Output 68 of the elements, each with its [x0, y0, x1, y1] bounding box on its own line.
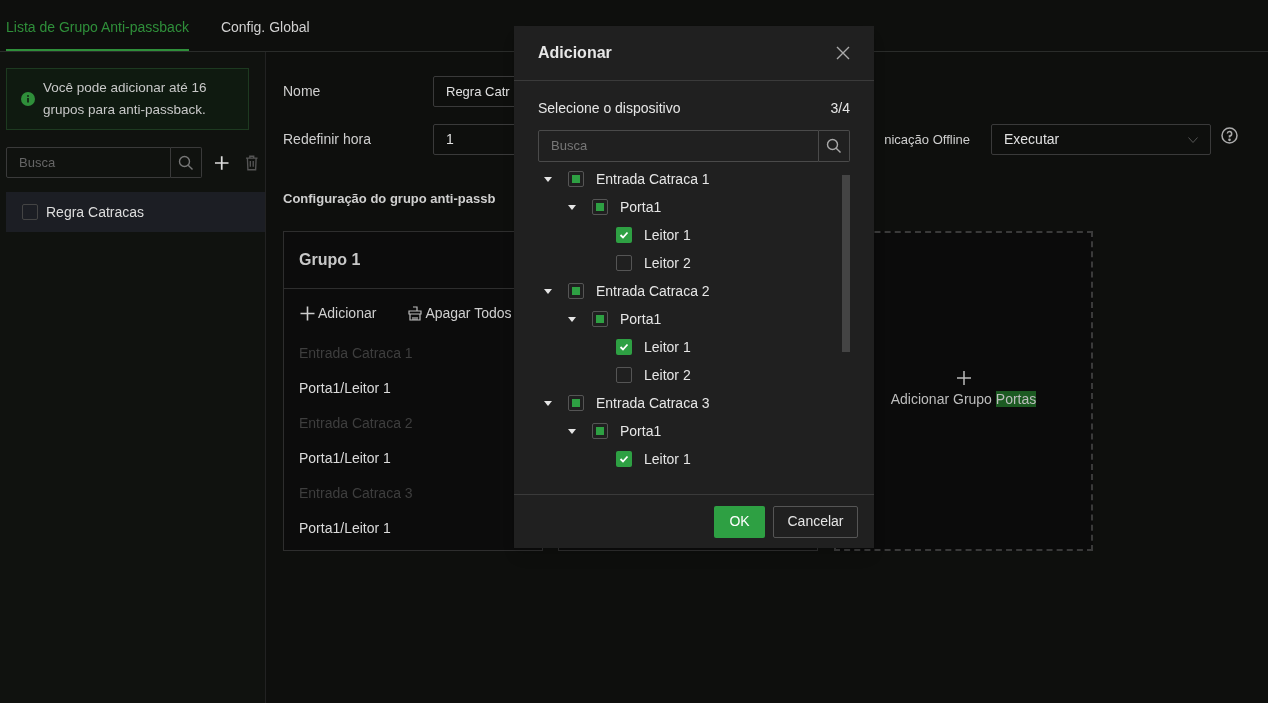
checkmark-icon: [619, 230, 629, 240]
close-icon[interactable]: [836, 46, 850, 60]
plus-icon: [300, 306, 315, 321]
plus-icon: [956, 371, 971, 385]
tab[interactable]: Config. Global: [220, 0, 310, 51]
help-icon[interactable]: [1221, 127, 1238, 144]
checkbox[interactable]: [592, 423, 608, 439]
broom-icon: [408, 306, 423, 321]
tree-item[interactable]: Leitor 1: [644, 224, 691, 246]
field-label: Nome: [283, 82, 322, 101]
rule-name: Regra Catracas: [46, 202, 145, 222]
checkbox[interactable]: [568, 283, 584, 299]
checkbox[interactable]: [22, 204, 38, 220]
caret-icon[interactable]: [544, 400, 552, 406]
search-field[interactable]: Busca: [6, 147, 171, 178]
reader-name: Porta1/Leitor 1: [299, 449, 392, 468]
tree-item[interactable]: Entrada Catraca 1: [596, 168, 710, 190]
tree-item[interactable]: Leitor 2: [644, 252, 691, 274]
checkmark-icon: [619, 454, 629, 464]
chevron-down-icon: [1188, 136, 1198, 143]
caret-icon[interactable]: [544, 176, 552, 182]
caret-icon[interactable]: [568, 428, 576, 434]
checkbox[interactable]: [616, 339, 632, 355]
checkbox[interactable]: [568, 171, 584, 187]
checkbox[interactable]: [616, 255, 632, 271]
reader-name: Porta1/Leitor 1: [299, 379, 392, 398]
tree-item[interactable]: Porta1: [620, 308, 662, 330]
cancel-button[interactable]: Cancelar: [773, 505, 858, 538]
add-group-label: Adicionar Grupo Portas: [890, 390, 1037, 409]
add-button[interactable]: Adicionar: [300, 303, 377, 324]
tree-item[interactable]: Porta1: [620, 196, 662, 218]
search-field[interactable]: Busca: [538, 130, 819, 162]
reader-name: Porta1/Leitor 1: [299, 519, 392, 538]
tree-item[interactable]: Leitor 1: [644, 336, 691, 358]
selection-count: 3/4: [830, 99, 850, 118]
checkbox[interactable]: [616, 227, 632, 243]
offline-select[interactable]: Executar: [991, 124, 1211, 155]
group-title: Grupo 1: [299, 249, 361, 270]
dialog-subtitle: Selecione o dispositivo: [538, 99, 681, 118]
checkbox[interactable]: [616, 451, 632, 467]
search-button[interactable]: [819, 130, 850, 162]
tree-item[interactable]: Leitor 1: [644, 448, 691, 470]
tree-item[interactable]: Porta1: [620, 420, 662, 442]
notice-text: Você pode adicionar até 16 grupos para anti-passback.: [43, 79, 208, 119]
checkmark-icon: [619, 342, 629, 352]
tree-item[interactable]: Entrada Catraca 3: [596, 392, 710, 414]
scrollbar[interactable]: [842, 175, 850, 352]
search-button[interactable]: [171, 147, 202, 178]
field-label: nicação Offline: [884, 130, 970, 149]
field-label: Redefinir hora: [283, 130, 372, 149]
tree-item[interactable]: Leitor 2: [644, 364, 691, 386]
caret-icon[interactable]: [568, 316, 576, 322]
info-icon: [21, 92, 35, 106]
dialog-title: Adicionar: [538, 43, 612, 63]
checkbox[interactable]: [616, 367, 632, 383]
checkbox[interactable]: [592, 199, 608, 215]
checkbox[interactable]: [592, 311, 608, 327]
search-icon: [178, 154, 194, 171]
delete-all-button[interactable]: Apagar Todos: [408, 303, 512, 324]
caret-icon[interactable]: [568, 204, 576, 210]
plus-icon[interactable]: [214, 154, 230, 171]
trash-icon[interactable]: [245, 154, 259, 171]
search-icon: [826, 138, 842, 154]
section-title: Configuração do grupo anti-passb: [283, 190, 496, 208]
rule-list-item[interactable]: Regra Catracas: [6, 192, 265, 232]
caret-icon[interactable]: [544, 288, 552, 294]
tree-item[interactable]: Entrada Catraca 2: [596, 280, 710, 302]
checkbox[interactable]: [568, 395, 584, 411]
